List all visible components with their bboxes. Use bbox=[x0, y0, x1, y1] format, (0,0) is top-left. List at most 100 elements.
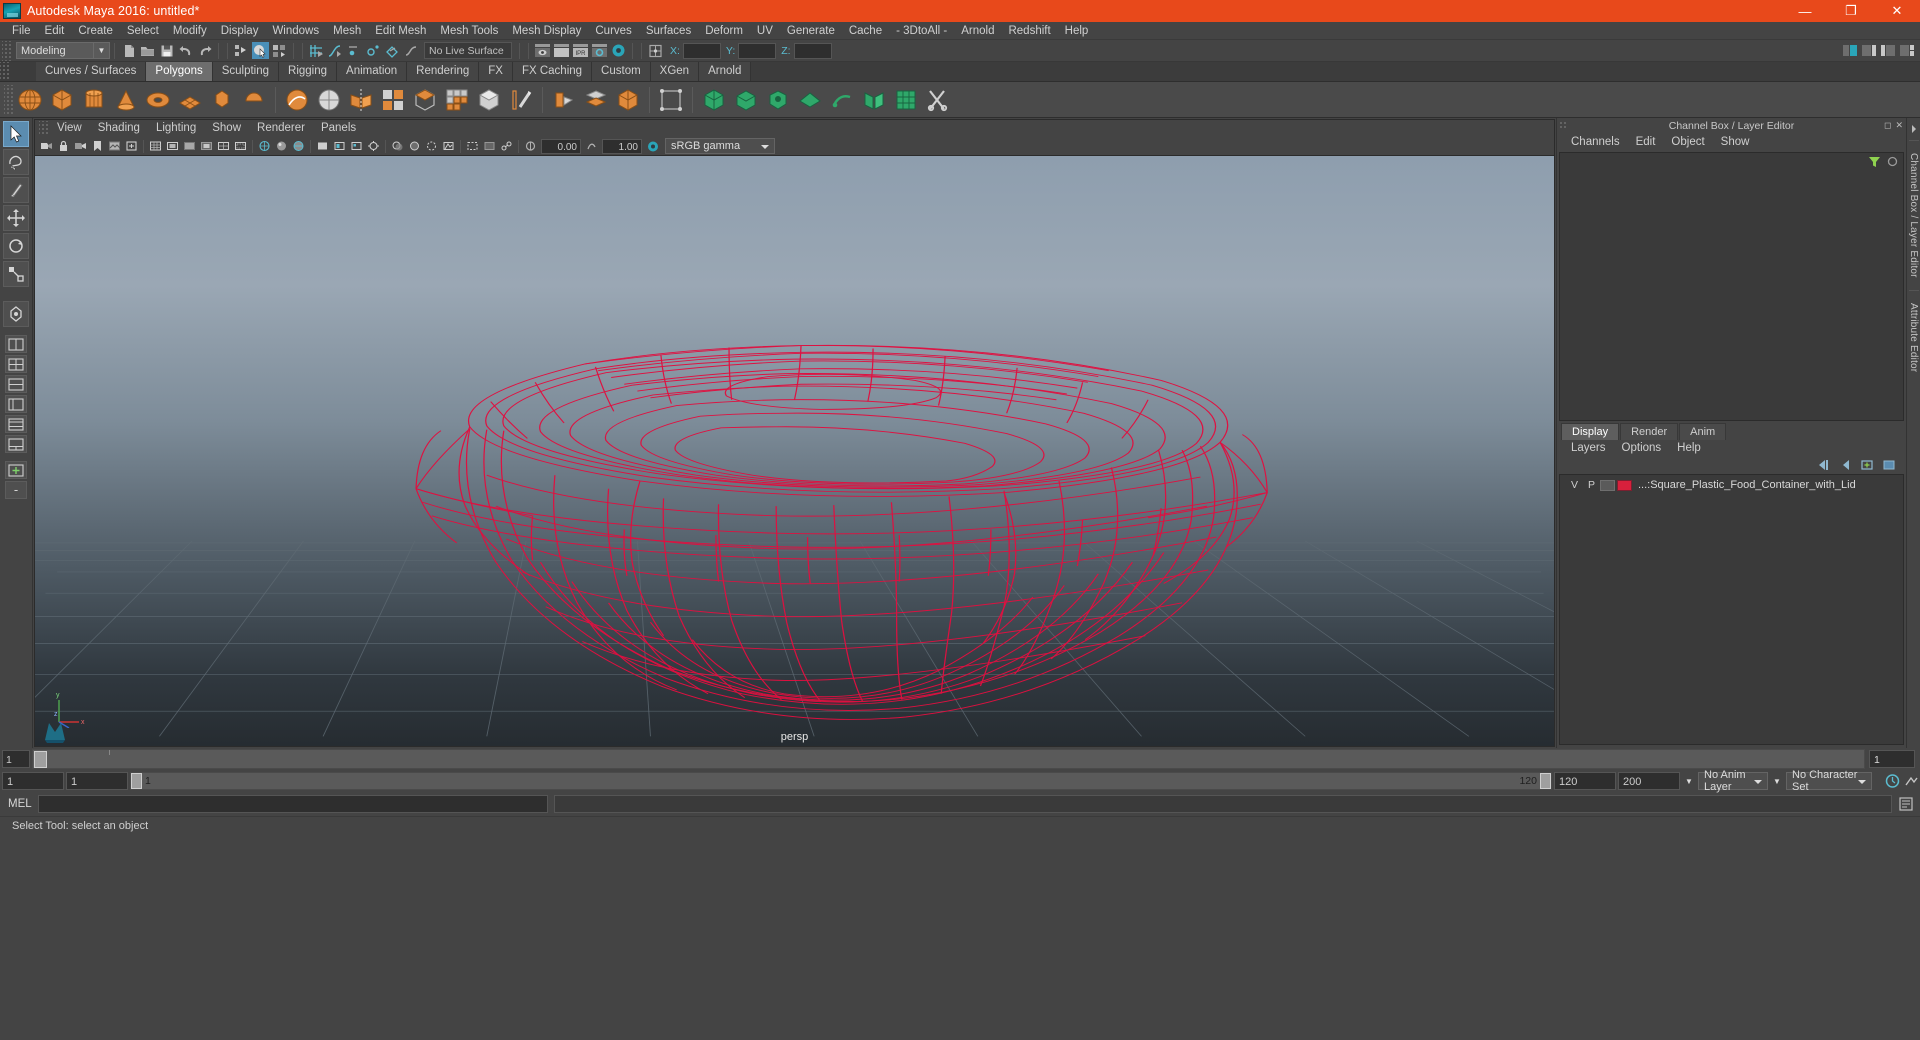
menu-item-help[interactable]: Help bbox=[1058, 22, 1096, 40]
polygon-cube-icon[interactable] bbox=[47, 85, 77, 115]
time-slider-track[interactable] bbox=[32, 749, 1865, 769]
layer-tab-display[interactable]: Display bbox=[1561, 423, 1620, 440]
extract-faces-icon[interactable] bbox=[410, 85, 440, 115]
channel-box-filter-icon[interactable] bbox=[1868, 155, 1881, 168]
new-scene-icon[interactable] bbox=[120, 42, 137, 59]
mesh-green-c-icon[interactable] bbox=[763, 85, 793, 115]
script-editor-icon[interactable] bbox=[1898, 796, 1914, 812]
gamma-field[interactable]: 1.00 bbox=[602, 138, 642, 154]
two-pane-stacked-icon[interactable] bbox=[5, 375, 27, 393]
shelf-tab-xgen[interactable]: XGen bbox=[650, 62, 700, 81]
mesh-cut-icon[interactable] bbox=[923, 85, 953, 115]
mesh-green-e-icon[interactable] bbox=[827, 85, 857, 115]
snap-curve-icon[interactable] bbox=[327, 42, 344, 59]
menu-item-modify[interactable]: Modify bbox=[166, 22, 214, 40]
mesh-green-b-icon[interactable] bbox=[731, 85, 761, 115]
layer-move-down-icon[interactable] bbox=[1838, 459, 1852, 471]
gate-mask-icon[interactable] bbox=[199, 138, 214, 154]
single-perspective-view-icon[interactable] bbox=[5, 335, 27, 353]
polygon-cone-icon[interactable] bbox=[111, 85, 141, 115]
redo-icon[interactable] bbox=[196, 42, 213, 59]
gamma-icon[interactable] bbox=[584, 138, 599, 154]
menu-item-mesh[interactable]: Mesh bbox=[326, 22, 368, 40]
time-slider-cursor[interactable] bbox=[34, 751, 47, 768]
animation-preferences-icon[interactable] bbox=[1884, 773, 1901, 789]
dock-tab-attribute-editor[interactable]: Attribute Editor bbox=[1908, 297, 1919, 378]
range-end-field[interactable]: 120 bbox=[1554, 772, 1616, 790]
panel-close-icon[interactable]: ✕ bbox=[1895, 120, 1903, 131]
exposure-icon[interactable] bbox=[523, 138, 538, 154]
layer-shading-swatch[interactable] bbox=[1600, 479, 1615, 491]
shelf-tab-polygons[interactable]: Polygons bbox=[146, 62, 213, 81]
menu-item-edit[interactable]: Edit bbox=[38, 22, 72, 40]
panel-menu-show[interactable]: Show bbox=[204, 120, 249, 137]
four-view-layout-icon[interactable] bbox=[5, 355, 27, 373]
polygon-plane-icon[interactable] bbox=[175, 85, 205, 115]
range-right-handle[interactable] bbox=[1540, 773, 1551, 789]
animation-playback-settings-icon[interactable] bbox=[1903, 773, 1920, 789]
render-settings-icon[interactable] bbox=[591, 42, 608, 59]
hypershade-icon[interactable] bbox=[610, 42, 627, 59]
layer-list[interactable]: V P ...:Square_Plastic_Food_Container_with… bbox=[1559, 474, 1904, 745]
multisample-aa-icon[interactable] bbox=[441, 138, 456, 154]
select-object-icon[interactable] bbox=[252, 42, 269, 59]
add-bookmark-icon[interactable] bbox=[5, 461, 27, 479]
layer-row[interactable]: V P ...:Square_Plastic_Food_Container_with… bbox=[1560, 477, 1903, 493]
maximize-button[interactable]: ❐ bbox=[1828, 0, 1874, 22]
shelf-tab-fx[interactable]: FX bbox=[479, 62, 513, 81]
resolution-gate-icon[interactable] bbox=[182, 138, 197, 154]
more-layouts-icon[interactable]: - bbox=[5, 481, 27, 499]
range-start-field[interactable]: 1 bbox=[66, 772, 128, 790]
polygon-cylinder-icon[interactable] bbox=[79, 85, 109, 115]
coord-x-field[interactable] bbox=[682, 42, 721, 59]
sculpt-geometry-icon[interactable] bbox=[282, 85, 312, 115]
lock-camera-icon[interactable] bbox=[56, 138, 71, 154]
menu-item-file[interactable]: File bbox=[5, 22, 38, 40]
menu-item-mesh-tools[interactable]: Mesh Tools bbox=[433, 22, 505, 40]
shadows-icon[interactable] bbox=[390, 138, 405, 154]
outliner-persp-layout-icon[interactable] bbox=[5, 395, 27, 413]
two-d-pan-zoom-icon[interactable] bbox=[124, 138, 139, 154]
shaded-material-icon[interactable] bbox=[332, 138, 347, 154]
menu-item-curves[interactable]: Curves bbox=[588, 22, 638, 40]
panel-grip[interactable] bbox=[1559, 121, 1567, 130]
snap-grid-icon[interactable] bbox=[308, 42, 325, 59]
menu-item-mesh-display[interactable]: Mesh Display bbox=[505, 22, 588, 40]
field-chart-icon[interactable] bbox=[216, 138, 231, 154]
polygon-sphere-icon[interactable] bbox=[15, 85, 45, 115]
shelf-tab-rigging[interactable]: Rigging bbox=[279, 62, 338, 81]
close-button[interactable]: ✕ bbox=[1874, 0, 1920, 22]
image-plane-icon[interactable] bbox=[107, 138, 122, 154]
menu-item-create[interactable]: Create bbox=[71, 22, 120, 40]
layer-menu-options[interactable]: Options bbox=[1614, 440, 1670, 457]
current-frame-field[interactable]: 1 bbox=[1869, 750, 1915, 768]
show-hide-channel-box-icon[interactable] bbox=[1898, 42, 1915, 59]
menu-item-deform[interactable]: Deform bbox=[698, 22, 750, 40]
range-slider-track[interactable]: 1 120 bbox=[130, 772, 1552, 790]
mesh-green-g-icon[interactable] bbox=[891, 85, 921, 115]
mirror-geometry-icon[interactable] bbox=[346, 85, 376, 115]
shelf-tab-custom[interactable]: Custom bbox=[592, 62, 651, 81]
smooth-mesh-icon[interactable] bbox=[314, 85, 344, 115]
range-left-handle[interactable] bbox=[131, 773, 142, 789]
wireframe-shading-icon[interactable] bbox=[257, 138, 272, 154]
command-language-label[interactable]: MEL bbox=[8, 798, 32, 810]
minimize-button[interactable]: — bbox=[1782, 0, 1828, 22]
combine-meshes-icon[interactable] bbox=[378, 85, 408, 115]
polygon-disc-icon[interactable] bbox=[207, 85, 237, 115]
time-slider-start-field[interactable]: 1 bbox=[2, 750, 30, 768]
shelf-tab-arnold[interactable]: Arnold bbox=[699, 62, 752, 81]
snap-view-plane-icon[interactable] bbox=[384, 42, 401, 59]
color-management-toggle-icon[interactable] bbox=[645, 138, 660, 154]
menu-item-generate[interactable]: Generate bbox=[780, 22, 842, 40]
shelf-grip[interactable] bbox=[0, 62, 10, 81]
shelf-tab-fx-caching[interactable]: FX Caching bbox=[512, 62, 593, 81]
coord-z-field[interactable] bbox=[793, 42, 832, 59]
bookmark-icon[interactable] bbox=[90, 138, 105, 154]
select-component-icon[interactable] bbox=[271, 42, 288, 59]
dock-expand-icon[interactable] bbox=[1909, 124, 1919, 134]
menu-item-cache[interactable]: Cache bbox=[842, 22, 889, 40]
panel-menu-panels[interactable]: Panels bbox=[313, 120, 364, 137]
scale-tool-icon[interactable] bbox=[3, 261, 29, 287]
ipr-render-icon[interactable]: IPR bbox=[572, 42, 589, 59]
